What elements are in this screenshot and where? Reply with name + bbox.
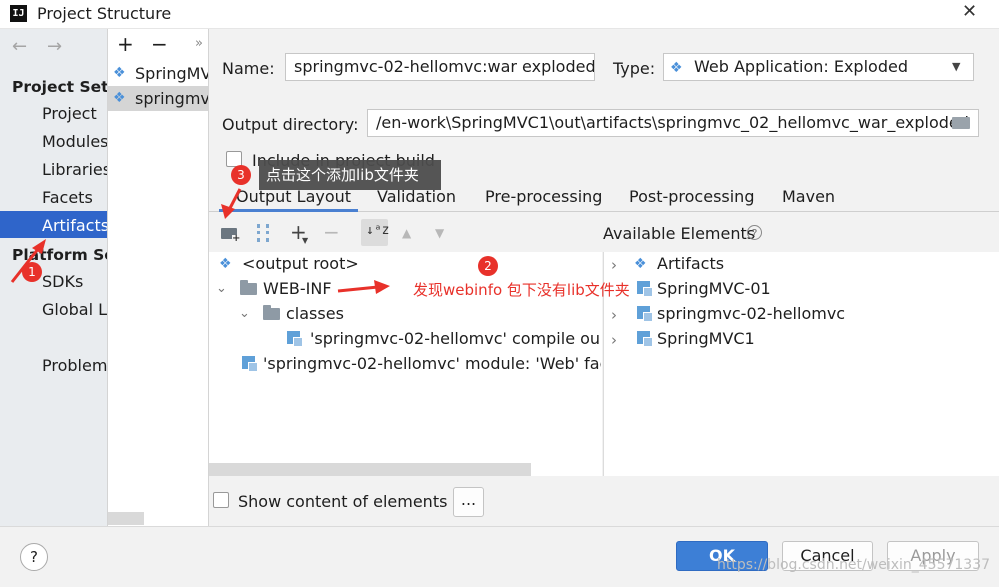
watermark: https://blog.csdn.net/weixin_45571337: [717, 557, 991, 573]
annotation-badge-3: 3: [231, 165, 251, 185]
annotation-note: 发现webinfo 包下没有lib文件夹: [413, 281, 630, 299]
annotation-badge-1: 1: [22, 262, 42, 282]
annotation-badge-2: 2: [478, 256, 498, 276]
annotation-tooltip: 点击这个添加lib文件夹: [259, 160, 441, 190]
